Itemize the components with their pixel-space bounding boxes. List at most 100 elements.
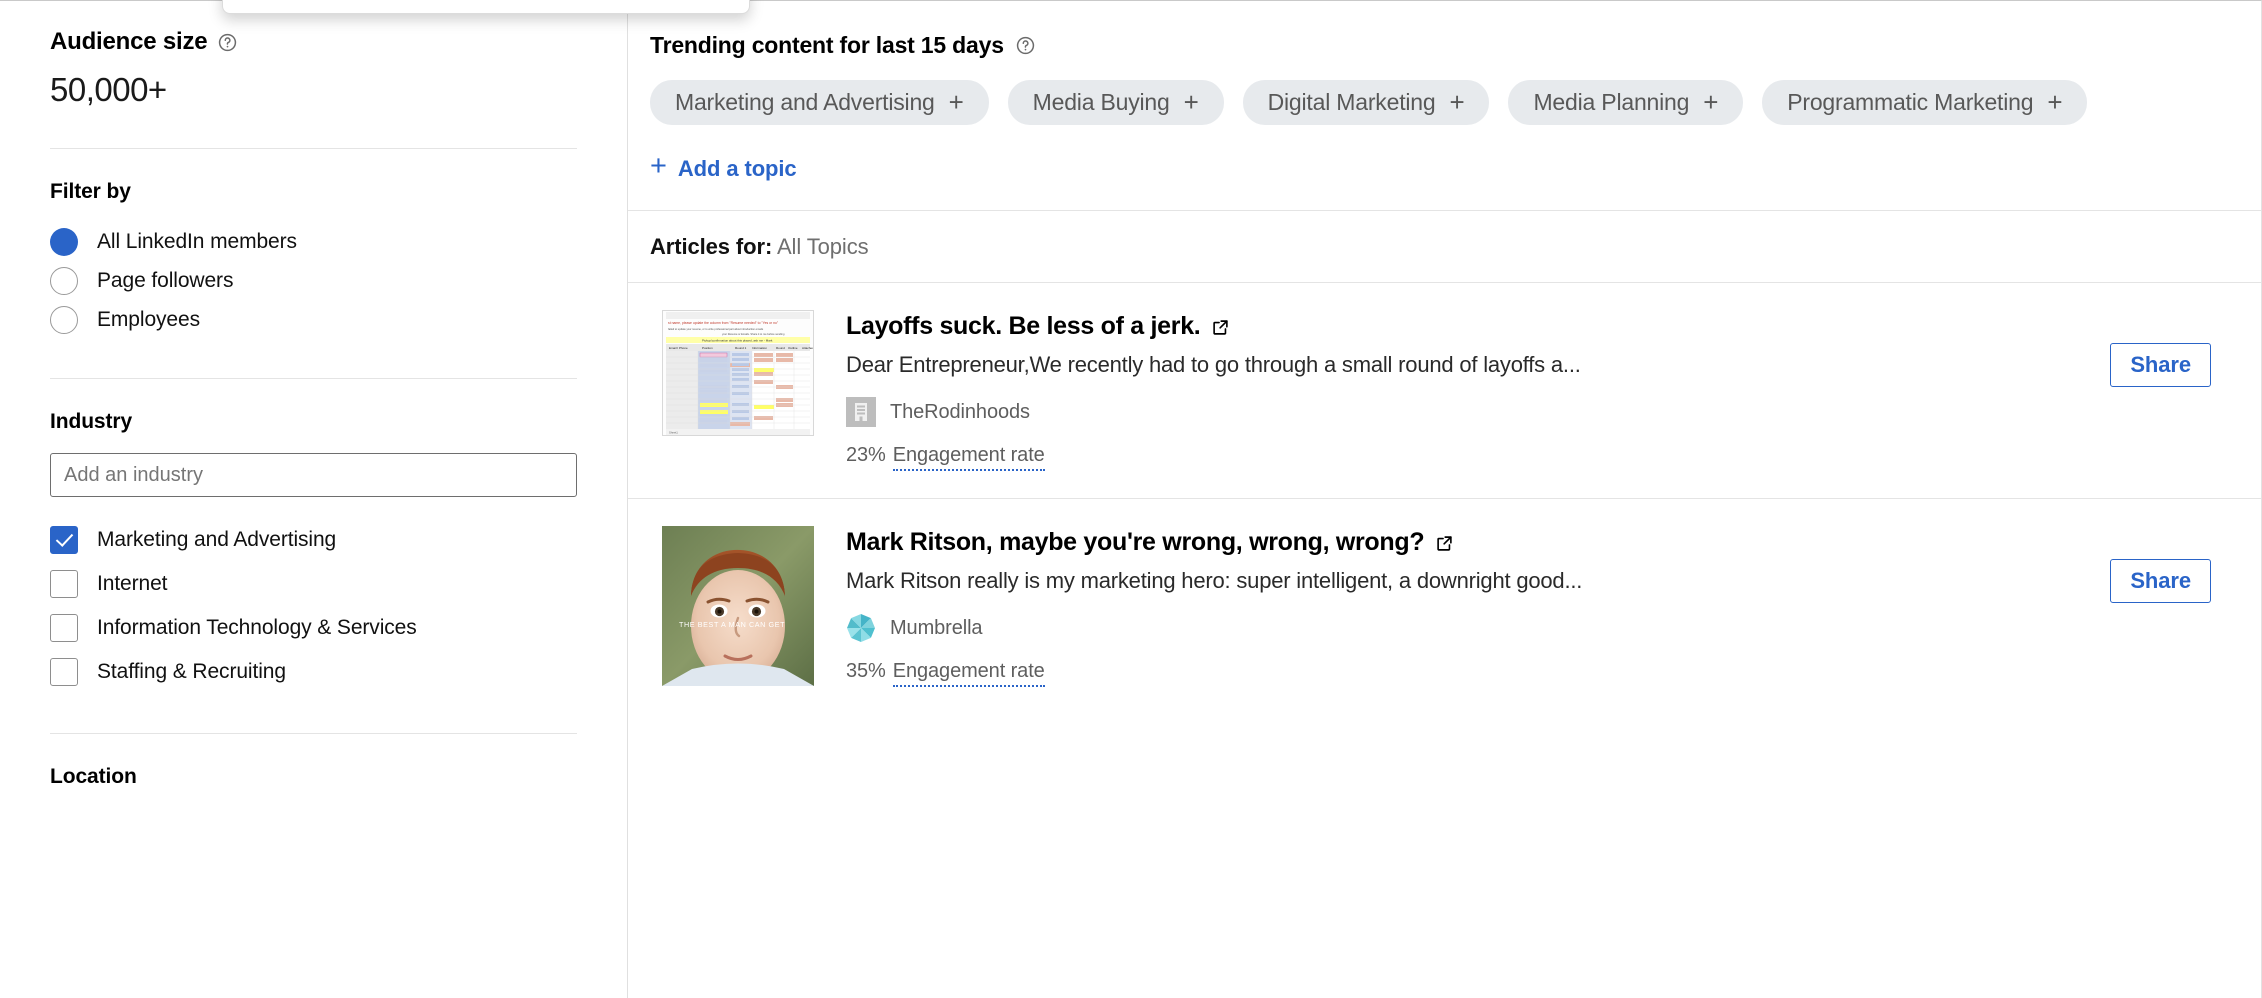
engagement-value: 35%	[846, 660, 886, 683]
topic-pill-digital-marketing[interactable]: Digital Marketing +	[1243, 80, 1490, 125]
svg-text:Information: Information	[752, 346, 767, 350]
share-button[interactable]: Share	[2110, 559, 2211, 603]
app-root: Audience size 50,000+ Filter by All Link…	[0, 0, 2262, 998]
radio-label: Employees	[97, 308, 200, 332]
article-publisher: Mumbrella	[846, 613, 2110, 643]
article-description: Mark Ritson really is my marketing hero:…	[846, 568, 2110, 594]
external-link-icon[interactable]	[1212, 319, 1229, 336]
checkbox-indicator[interactable]	[50, 614, 78, 642]
checkbox-option-marketing-and-advertising[interactable]: Marketing and Advertising	[50, 518, 577, 562]
industry-search-input[interactable]	[50, 453, 577, 497]
article-title[interactable]: Mark Ritson, maybe you're wrong, wrong, …	[846, 528, 2110, 557]
engagement-rate: 35% Engagement rate	[846, 660, 1045, 687]
help-circle-icon[interactable]	[1016, 36, 1035, 55]
checkbox-label: Marketing and Advertising	[97, 528, 336, 552]
topic-pill-label: Media Planning	[1533, 89, 1689, 116]
divider	[50, 378, 577, 379]
topic-pill-list: Marketing and Advertising + Media Buying…	[628, 59, 2261, 125]
trending-title: Trending content for last 15 days	[650, 32, 1004, 59]
radio-indicator[interactable]	[50, 267, 78, 295]
article-content: Mark Ritson, maybe you're wrong, wrong, …	[814, 526, 2110, 687]
audience-size-value: 50,000+	[50, 71, 577, 109]
location-title: Location	[50, 765, 577, 789]
industry-input-wrapper	[50, 453, 577, 497]
article-publisher: TheRodinhoods	[846, 397, 2110, 427]
top-popover-panel	[222, 0, 750, 14]
topic-pill-label: Digital Marketing	[1268, 89, 1436, 116]
topic-pill-media-buying[interactable]: Media Buying +	[1008, 80, 1224, 125]
article-actions: Share	[2110, 343, 2211, 387]
article-thumbnail-spreadsheet[interactable]: st name, please update the column from "…	[662, 310, 814, 436]
share-button[interactable]: Share	[2110, 343, 2211, 387]
checkbox-label: Staffing & Recruiting	[97, 660, 286, 684]
radio-option-all-linkedin-members[interactable]: All LinkedIn members	[50, 222, 577, 261]
plus-icon[interactable]: +	[1703, 89, 1718, 115]
topic-pill-label: Media Buying	[1033, 89, 1170, 116]
svg-text:Attached: Attached	[802, 346, 814, 350]
svg-text:Email I Phone: Email I Phone	[669, 346, 688, 350]
trending-header: Trending content for last 15 days	[628, 1, 2261, 59]
plus-icon[interactable]: +	[949, 89, 964, 115]
svg-text:Position: Position	[702, 346, 713, 350]
divider	[50, 148, 577, 149]
checkbox-indicator[interactable]	[50, 658, 78, 686]
article-row: THE BEST A MAN CAN GET Mark Ritson, mayb…	[628, 498, 2261, 714]
engagement-rate: 23% Engagement rate	[846, 444, 1045, 471]
article-title-text: Layoffs suck. Be less of a jerk.	[846, 312, 1200, 341]
plus-icon[interactable]: +	[2047, 89, 2062, 115]
publisher-name: Mumbrella	[890, 617, 982, 640]
radio-indicator[interactable]	[50, 306, 78, 334]
audience-size-title: Audience size	[50, 28, 207, 56]
article-description: Dear Entrepreneur,We recently had to go …	[846, 352, 2110, 378]
svg-text:Outline: Outline	[788, 346, 798, 350]
radio-option-employees[interactable]: Employees	[50, 300, 577, 339]
article-thumbnail-portrait[interactable]: THE BEST A MAN CAN GET	[662, 526, 814, 686]
article-row: st name, please update the column from "…	[628, 282, 2261, 498]
radio-option-page-followers[interactable]: Page followers	[50, 261, 577, 300]
topic-pill-programmatic-marketing[interactable]: Programmatic Marketing +	[1762, 80, 2087, 125]
industry-checkbox-group: Marketing and Advertising Internet Infor…	[50, 518, 577, 694]
divider	[50, 733, 577, 734]
svg-text:st name, please update the col: st name, please update the column from "…	[668, 321, 779, 325]
radio-label: All LinkedIn members	[97, 230, 297, 254]
radio-label: Page followers	[97, 269, 233, 293]
publisher-name: TheRodinhoods	[890, 401, 1030, 424]
svg-text:Round 1: Round 1	[735, 346, 747, 350]
plus-icon[interactable]: +	[1449, 89, 1464, 115]
external-link-icon[interactable]	[1436, 535, 1453, 552]
engagement-value: 23%	[846, 444, 886, 467]
articles-for-label: Articles for:	[650, 234, 772, 259]
radio-indicator[interactable]	[50, 228, 78, 256]
checkbox-label: Information Technology & Services	[97, 616, 417, 640]
add-topic-button[interactable]: + Add a topic	[650, 154, 797, 183]
filters-sidebar: Audience size 50,000+ Filter by All Link…	[0, 1, 628, 998]
article-content: Layoffs suck. Be less of a jerk. Dear En…	[814, 310, 2110, 471]
help-circle-icon[interactable]	[218, 33, 237, 52]
building-icon	[846, 397, 876, 427]
filter-by-radio-group: All LinkedIn members Page followers Empl…	[50, 222, 577, 339]
plus-icon[interactable]: +	[1184, 89, 1199, 115]
svg-text:failed to update your resume,: failed to update your resume, or to writ…	[668, 327, 764, 331]
checkbox-option-internet[interactable]: Internet	[50, 562, 577, 606]
add-topic-label: Add a topic	[678, 156, 797, 182]
article-title[interactable]: Layoffs suck. Be less of a jerk.	[846, 312, 2110, 341]
svg-text:THE BEST A MAN CAN GET: THE BEST A MAN CAN GET	[679, 620, 785, 629]
topic-pill-media-planning[interactable]: Media Planning +	[1508, 80, 1743, 125]
filter-by-title: Filter by	[50, 180, 577, 204]
article-title-text: Mark Ritson, maybe you're wrong, wrong, …	[846, 528, 1424, 557]
checkbox-label: Internet	[97, 572, 167, 596]
topic-pill-label: Programmatic Marketing	[1787, 89, 2033, 116]
svg-text:Round: Round	[776, 346, 785, 350]
checkbox-indicator[interactable]	[50, 570, 78, 598]
engagement-label[interactable]: Engagement rate	[893, 660, 1045, 687]
checkbox-option-staffing-and-recruiting[interactable]: Staffing & Recruiting	[50, 650, 577, 694]
checkbox-option-information-technology-and-services[interactable]: Information Technology & Services	[50, 606, 577, 650]
plus-icon: +	[650, 152, 667, 181]
topic-pill-label: Marketing and Advertising	[675, 89, 935, 116]
topic-pill-marketing-and-advertising[interactable]: Marketing and Advertising +	[650, 80, 989, 125]
checkbox-indicator[interactable]	[50, 526, 78, 554]
mumbrella-pinwheel-icon	[846, 613, 876, 643]
engagement-label[interactable]: Engagement rate	[893, 444, 1045, 471]
articles-for-value[interactable]: All Topics	[777, 234, 869, 259]
industry-title: Industry	[50, 410, 577, 434]
